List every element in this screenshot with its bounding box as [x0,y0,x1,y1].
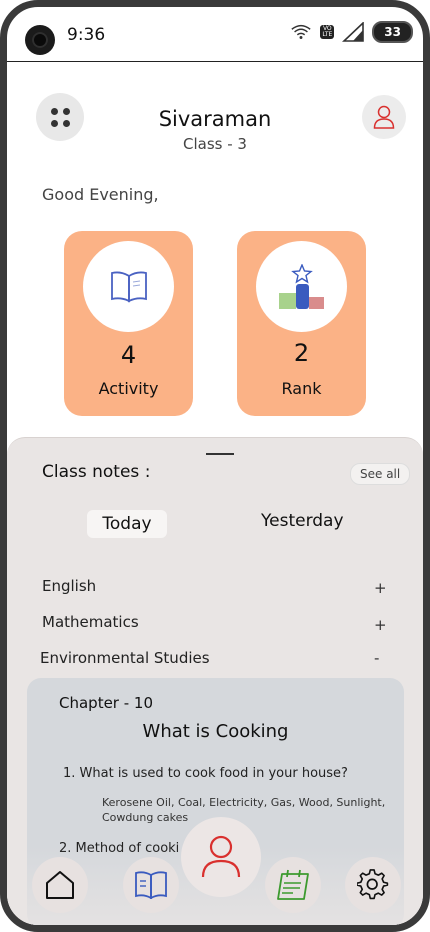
home-icon [46,871,74,899]
greeting-text: Good Evening, [42,185,159,204]
volte-bottom: LTE [322,31,333,38]
status-bar: 9:36 VO LTE 33 [7,7,423,61]
profile-button[interactable] [362,95,406,139]
see-all-button[interactable]: See all [350,463,411,485]
nav-notes-button[interactable] [123,857,179,913]
question-1: 1. What is used to cook food in your hou… [63,766,348,781]
nav-home-button[interactable] [32,857,88,913]
book-icon [110,271,147,302]
subject-environmental-studies[interactable]: Environmental Studies [40,649,210,667]
camera-cutout [25,25,55,55]
rank-icon-circle [256,241,347,332]
tab-today[interactable]: Today [87,510,167,538]
activity-label: Activity [98,379,159,398]
tab-yesterday[interactable]: Yesterday [261,511,344,531]
expand-english-toggle[interactable]: + [374,579,387,597]
nav-profile-button[interactable] [181,817,261,897]
nav-settings-button[interactable] [345,857,401,913]
profile-icon [201,835,241,878]
podium-icon [278,263,324,309]
collapse-evs-toggle[interactable]: - [374,649,379,667]
settings-icon [357,869,389,900]
status-icons: VO LTE 33 [290,21,413,43]
subject-english[interactable]: English [42,577,96,595]
answer-1: Kerosene Oil, Coal, Electricity, Gas, Wo… [102,796,386,824]
signal-icon [342,22,365,42]
class-notes-title: Class notes : [42,462,151,482]
activity-icon-circle [83,241,174,332]
volte-badge: VO LTE [320,25,335,39]
nav-schedule-button[interactable] [265,857,321,913]
student-class: Class - 3 [183,135,247,153]
battery-badge: 33 [372,21,413,43]
sheet-drag-handle[interactable] [206,453,234,455]
rank-value: 2 [293,339,310,367]
student-name: Sivaraman [158,107,272,131]
rank-card[interactable]: 2 Rank [237,231,366,416]
expand-mathematics-toggle[interactable]: + [374,616,387,634]
phone-frame: 9:36 VO LTE 33 Sivaraman Class - 3 Good … [0,0,430,932]
activity-count: 4 [120,341,137,369]
user-icon [373,105,395,129]
activity-card[interactable]: 4 Activity [64,231,193,416]
subject-mathematics[interactable]: Mathematics [42,613,139,631]
book-icon [135,871,167,899]
wifi-icon [291,24,311,39]
rank-label: Rank [281,379,322,398]
chapter-title: What is Cooking [142,721,289,742]
status-time: 9:36 [67,25,106,45]
notes-icon [277,869,309,900]
chapter-number: Chapter - 10 [59,694,154,712]
status-divider [7,61,423,62]
